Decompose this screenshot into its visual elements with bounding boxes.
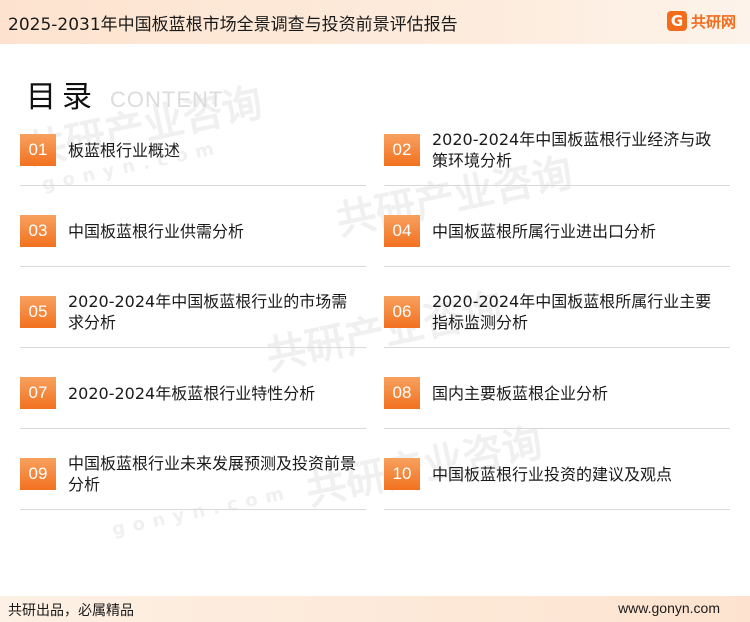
toc-item[interactable]: 07 2020-2024年板蓝根行业特性分析 <box>20 363 366 429</box>
toc-item-number: 07 <box>20 377 56 409</box>
toc-item-number: 04 <box>384 215 420 247</box>
brand-logo[interactable]: G 共研网 <box>666 10 736 32</box>
toc-item-label: 中国板蓝根行业供需分析 <box>68 221 245 241</box>
toc-item[interactable]: 02 2020-2024年中国板蓝根行业经济与政策环境分析 <box>384 120 730 186</box>
toc-heading-sub: CONTENT <box>110 87 224 112</box>
brand-logo-icon: G <box>666 11 687 31</box>
toc-item[interactable]: 08 国内主要板蓝根企业分析 <box>384 363 730 429</box>
toc-item-number: 10 <box>384 458 420 490</box>
toc-item[interactable]: 05 2020-2024年中国板蓝根行业的市场需求分析 <box>20 282 366 348</box>
toc-item-number: 08 <box>384 377 420 409</box>
report-title: 2025-2031年中国板蓝根市场全景调查与投资前景评估报告 <box>8 15 458 35</box>
toc-item[interactable]: 03 中国板蓝根行业供需分析 <box>20 201 366 267</box>
toc-item-label: 2020-2024年中国板蓝根所属行业主要指标监测分析 <box>432 292 712 332</box>
toc-item-number: 05 <box>20 296 56 328</box>
toc-item-label: 板蓝根行业概述 <box>68 140 181 160</box>
toc-heading-main: 目录 <box>26 80 98 115</box>
toc-item[interactable]: 01 板蓝根行业概述 <box>20 120 366 186</box>
toc-item-number: 06 <box>384 296 420 328</box>
toc-item-label: 2020-2024年板蓝根行业特性分析 <box>68 383 316 403</box>
toc-heading: 目录 CONTENT <box>26 72 223 116</box>
toc-item-label: 中国板蓝根所属行业进出口分析 <box>432 221 657 241</box>
toc-item-number: 01 <box>20 134 56 166</box>
footer-slogan: 共研出品，必属精品 <box>8 603 134 619</box>
footer-bar: 共研出品，必属精品 www.gonyn.com <box>0 596 750 622</box>
toc-item[interactable]: 10 中国板蓝根行业投资的建议及观点 <box>384 444 730 510</box>
header-bar: 2025-2031年中国板蓝根市场全景调查与投资前景评估报告 G 共研网 <box>0 0 750 44</box>
toc-item-number: 09 <box>20 458 56 490</box>
toc-item-label: 中国板蓝根行业未来发展预测及投资前景分析 <box>68 454 357 494</box>
toc-item[interactable]: 09 中国板蓝根行业未来发展预测及投资前景分析 <box>20 444 366 510</box>
toc-item[interactable]: 06 2020-2024年中国板蓝根所属行业主要指标监测分析 <box>384 282 730 348</box>
toc-item-label: 2020-2024年中国板蓝根行业经济与政策环境分析 <box>432 130 712 170</box>
brand-logo-text: 共研网 <box>690 12 736 31</box>
footer-website-link[interactable]: www.gonyn.com <box>618 600 720 616</box>
toc-item-number: 02 <box>384 134 420 166</box>
toc-item-label: 中国板蓝根行业投资的建议及观点 <box>432 464 673 484</box>
toc-item-label: 国内主要板蓝根企业分析 <box>432 383 609 403</box>
toc-item[interactable]: 04 中国板蓝根所属行业进出口分析 <box>384 201 730 267</box>
toc-item-label: 2020-2024年中国板蓝根行业的市场需求分析 <box>68 292 348 332</box>
toc-item-number: 03 <box>20 215 56 247</box>
